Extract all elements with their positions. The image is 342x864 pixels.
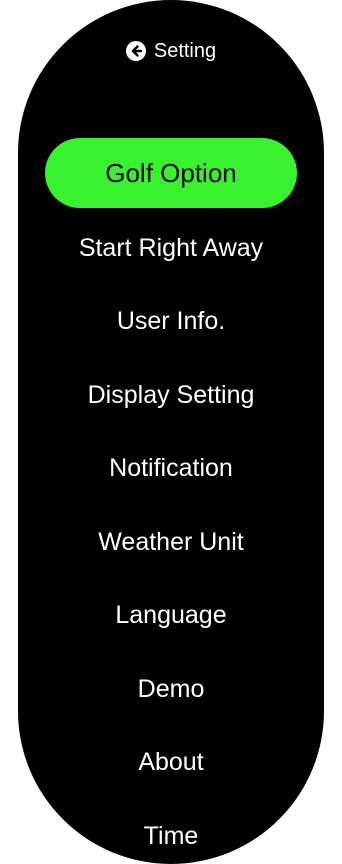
menu-item-notification[interactable]: Notification bbox=[18, 432, 324, 506]
menu-item-language[interactable]: Language bbox=[18, 579, 324, 653]
menu-item-about[interactable]: About bbox=[18, 726, 324, 800]
menu-item-start-right-away[interactable]: Start Right Away bbox=[18, 212, 324, 286]
menu-item-time[interactable]: Time bbox=[18, 800, 324, 864]
settings-menu: Golf Option Start Right Away User Info. … bbox=[18, 138, 324, 864]
watch-screen: Setting Golf Option Start Right Away Use… bbox=[18, 0, 324, 864]
back-arrow-glyph bbox=[131, 45, 143, 57]
menu-item-display-setting[interactable]: Display Setting bbox=[18, 359, 324, 433]
menu-item-golf-option[interactable]: Golf Option bbox=[45, 138, 297, 208]
menu-item-demo[interactable]: Demo bbox=[18, 653, 324, 727]
back-arrow-icon[interactable] bbox=[125, 41, 146, 61]
page-title: Setting bbox=[153, 39, 217, 62]
header: Setting bbox=[18, 36, 324, 66]
menu-item-user-info[interactable]: User Info. bbox=[18, 285, 324, 359]
menu-item-weather-unit[interactable]: Weather Unit bbox=[18, 506, 324, 580]
